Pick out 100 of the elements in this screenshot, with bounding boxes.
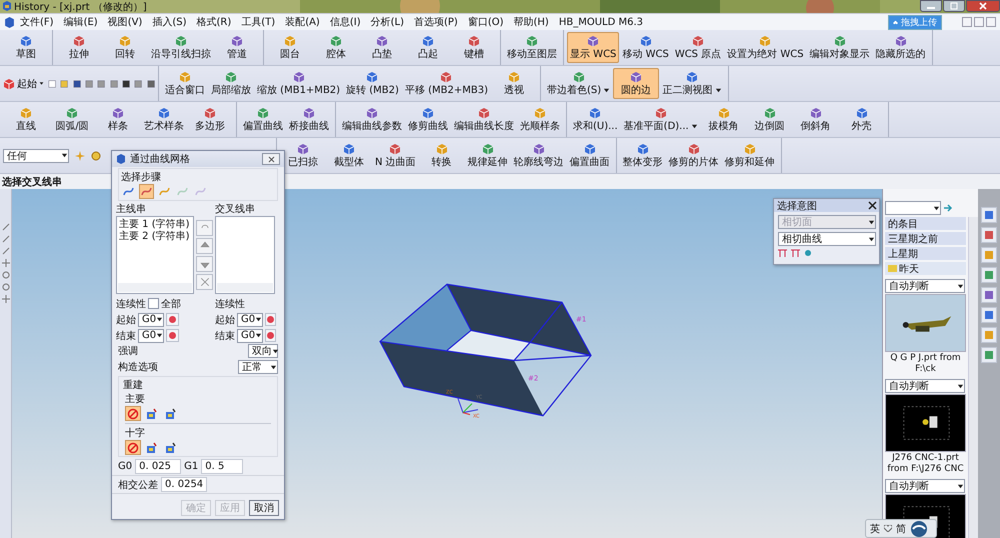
menu-item[interactable]: HB_MOULD M6.3 [554,16,648,28]
list-item[interactable]: 主要 2 (字符串) [119,231,190,243]
checkbox[interactable] [148,298,159,309]
menu-item[interactable]: 文件(F) [15,15,59,29]
scrollbar[interactable] [118,283,192,292]
toolbar-button[interactable]: 规律延伸 [464,140,511,171]
toolbar-button[interactable]: 轮廓线弯边 [510,140,567,171]
menu-item[interactable]: 装配(A) [280,15,325,29]
list-action-button[interactable] [196,274,213,290]
menu-item[interactable]: 首选项(P) [408,15,463,29]
reset-button[interactable] [265,329,276,342]
mode-select[interactable]: 自动判断 [885,279,965,293]
menu-item[interactable]: 编辑(E) [58,15,103,29]
toolbar-button[interactable]: 修剪的片体 [666,140,722,171]
scrollbar[interactable] [217,283,273,292]
continuity-select[interactable]: G0 [138,328,164,342]
rebuild-option[interactable] [125,440,141,455]
toolbar-button[interactable]: 凸起 [405,32,451,63]
string-list[interactable] [215,216,275,294]
toolbar-button[interactable]: 显示 WCS [567,32,620,63]
toolbar-button[interactable]: 正二测视图 [659,68,726,99]
toolbar-button[interactable]: 多边形 [187,104,233,135]
toolbar-button[interactable]: 平移 (MB2+MB3) [402,68,491,99]
toolbar-button[interactable]: 回转 [102,32,148,63]
side-tab[interactable] [981,227,997,243]
toolbar-button[interactable]: 样条 [95,104,141,135]
list-action-button[interactable] [196,238,213,254]
history-group[interactable]: 上星期 [885,247,966,260]
string-list[interactable]: 主要 1 (字符串) 主要 2 (字符串) [116,216,194,294]
toolbar-button[interactable]: 偏置曲线 [240,104,286,135]
menu-item[interactable]: 窗口(O) [462,15,509,29]
side-tab[interactable] [981,347,997,363]
continuity-select[interactable]: G0 [237,328,263,342]
tolerance-field[interactable]: 0. 5 [201,459,244,474]
menu-item[interactable]: 分析(L) [366,15,409,29]
history-group[interactable]: 的条目 [885,217,966,230]
tolerance-field[interactable]: 0. 0254 [161,477,207,492]
list-action-button[interactable] [196,256,213,272]
reset-button[interactable] [265,313,276,326]
toolbar-button[interactable]: 修剪和延伸 [722,140,778,171]
toolbar-button[interactable]: 整体变形 [620,140,666,171]
maximize-button[interactable] [943,0,965,12]
menu-item[interactable]: 帮助(H) [508,15,554,29]
toolbar-button[interactable]: 基准平面(D)... [620,104,701,135]
toolbar-button[interactable]: 草图 [3,32,49,63]
menu-item[interactable]: 工具(T) [236,15,280,29]
heart-icon[interactable] [884,525,892,532]
menu-item[interactable]: 视图(V) [102,15,148,29]
toolbar-button[interactable]: 移动至图层 [504,32,560,63]
intent-option-icon[interactable] [791,249,801,257]
toolbar-button[interactable]: 光顺样条 [517,104,563,135]
side-tab[interactable] [981,327,997,343]
toolbar-button[interactable]: 旋转 (MB2) [343,68,402,99]
start-menu[interactable]: 起始 [3,76,44,90]
filter-select[interactable]: 任何 [3,148,69,162]
toolbar-button[interactable]: 编辑曲线长度 [451,104,517,135]
history-group[interactable]: 昨天 [885,262,966,275]
toolbar-button[interactable]: 带边着色(S) [544,68,614,99]
side-tab[interactable] [981,307,997,323]
line-tool-icon[interactable] [2,259,10,267]
continuity-select[interactable]: G0 [138,312,164,326]
emphasis-select[interactable]: 双向 [248,344,278,358]
toolbar-button[interactable]: 外壳 [838,104,885,135]
continuity-select[interactable]: G0 [237,312,263,326]
toolbar-button[interactable]: 艺术样条 [141,104,187,135]
mode-select[interactable]: 自动判断 [885,479,965,493]
curve-rule-select[interactable]: 相切曲线 [778,232,876,246]
restore-button[interactable] [974,17,984,27]
arrow-icon[interactable] [944,204,953,212]
toolbar-button[interactable]: 局部缩放 [208,68,254,99]
mode-select[interactable]: 自动判断 [885,379,965,393]
toolbar-button[interactable]: 键槽 [451,32,497,63]
toolbar-button[interactable]: WCS 原点 [672,32,724,63]
star-icon[interactable] [75,150,85,160]
construction-select[interactable]: 正常 [238,360,278,374]
tolerance-field[interactable]: 0. 025 [135,459,182,474]
toolbar-button[interactable]: 管道 [214,32,260,63]
list-action-button[interactable] [196,220,213,236]
toolbar-button[interactable]: 求和(U)... [570,104,621,135]
toolbar-button[interactable]: 边倒圆 [746,104,793,135]
step-button[interactable] [139,184,154,199]
toolbar-button[interactable]: 编辑曲线参数 [339,104,405,135]
toolbar-button[interactable]: 腔体 [313,32,359,63]
toolbar-button[interactable]: 编辑对象显示 [806,32,873,63]
toolbar-button[interactable]: 圆台 [267,32,313,63]
toolbar-button[interactable]: 缩放 (MB1+MB2) [254,68,344,99]
scrollbar[interactable] [968,217,978,538]
toolbar-button[interactable]: 圆弧/圆 [49,104,95,135]
close-icon[interactable] [868,201,877,210]
menu-item[interactable]: 格式(R) [192,15,236,29]
rebuild-option[interactable] [125,406,141,421]
side-tab[interactable] [981,287,997,303]
minimize-button[interactable] [920,0,942,12]
toolbar-button[interactable]: 隐藏所选的 [872,32,929,63]
toolbar-button[interactable]: 截型体 [326,140,372,171]
reset-button[interactable] [166,329,179,342]
toolbar-button[interactable]: 移动 WCS [619,32,672,63]
toolbar-button[interactable]: 转换 [418,140,465,171]
toolbar-button[interactable]: 透视 [490,68,537,99]
toolbar-button[interactable]: 凸垫 [359,32,405,63]
